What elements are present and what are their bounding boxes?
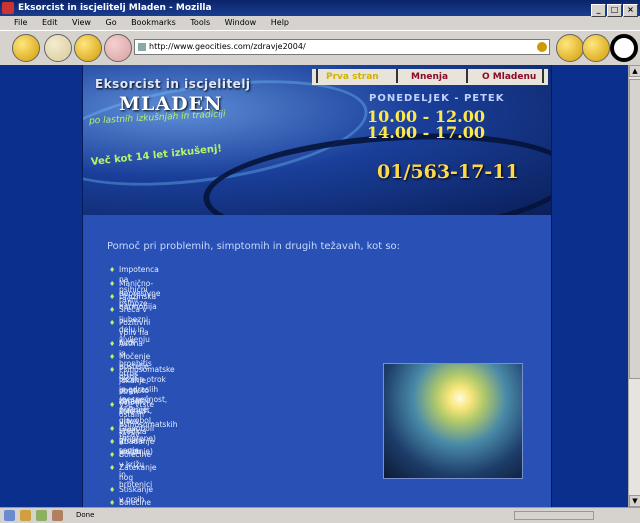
nav-separator — [542, 69, 544, 83]
address-book-icon[interactable] — [52, 510, 63, 521]
forward-button[interactable] — [44, 34, 72, 62]
search-button[interactable] — [556, 34, 584, 62]
bullet-icon: ♦ — [109, 451, 116, 459]
menu-bar: File Edit View Go Bookmarks Tools Window… — [0, 16, 640, 30]
window-title: Eksorcist in iscjelitelj Mladen - Mozill… — [18, 3, 212, 13]
menu-file[interactable]: File — [14, 18, 27, 27]
throbber-icon — [610, 34, 638, 62]
vertical-scrollbar[interactable]: ▲ ▼ — [628, 65, 640, 507]
reload-button[interactable] — [74, 34, 102, 62]
status-bar: Done — [0, 507, 640, 523]
menu-window[interactable]: Window — [225, 18, 257, 27]
content-viewport: Prva stran Mnenja O Mladenu Eksorcist in… — [0, 65, 628, 507]
nav-separator — [396, 69, 398, 83]
scroll-up-arrow-icon[interactable]: ▲ — [629, 65, 640, 77]
navigator-icon[interactable] — [4, 510, 15, 521]
nav-prva-stran[interactable]: Prva stran — [326, 69, 379, 85]
bullet-icon: ♦ — [109, 353, 116, 361]
bullet-icon: ♦ — [109, 464, 116, 472]
bullet-icon: ♦ — [109, 486, 116, 494]
menu-go[interactable]: Go — [106, 18, 117, 27]
url-text: http://www.geocities.com/zdravje2004/ — [149, 42, 306, 51]
bullet-icon: ♦ — [109, 340, 116, 348]
bullet-icon: ♦ — [109, 438, 116, 446]
menu-bookmarks[interactable]: Bookmarks — [131, 18, 176, 27]
mail-icon[interactable] — [20, 510, 31, 521]
page-icon — [138, 43, 146, 51]
progress-bar — [514, 511, 594, 520]
site-nav: Prva stran Mnenja O Mladenu — [312, 69, 548, 85]
nav-separator — [466, 69, 468, 83]
brand-line: Eksorcist in iscjelitelj — [95, 77, 251, 91]
bullet-icon: ♦ — [109, 306, 116, 314]
nav-mnenja[interactable]: Mnenja — [411, 69, 448, 85]
site-header-banner: Prva stran Mnenja O Mladenu Eksorcist in… — [83, 65, 551, 215]
status-text: Done — [76, 511, 95, 519]
nav-separator — [316, 69, 318, 83]
back-button[interactable] — [12, 34, 40, 62]
list-item: ♦ Zatekanje nog — [109, 463, 157, 482]
menu-view[interactable]: View — [72, 18, 91, 27]
site-page: Prva stran Mnenja O Mladenu Eksorcist in… — [82, 65, 552, 507]
bullet-icon: ♦ — [109, 499, 116, 507]
url-dropdown-icon[interactable] — [537, 42, 547, 52]
print-button[interactable] — [582, 34, 610, 62]
stop-button[interactable] — [104, 34, 132, 62]
bullet-icon: ♦ — [109, 401, 116, 409]
menu-help[interactable]: Help — [271, 18, 289, 27]
bullet-icon: ♦ — [109, 319, 116, 327]
bullet-icon: ♦ — [109, 425, 116, 433]
office-days: PONEDELJEK - PETEK — [369, 93, 505, 104]
bullet-icon: ♦ — [109, 366, 116, 374]
scroll-down-arrow-icon[interactable]: ▼ — [629, 495, 640, 507]
nav-o-mladenu[interactable]: O Mladenu — [482, 69, 536, 85]
mozilla-icon — [2, 2, 14, 14]
phone-number: 01/563-17-11 — [377, 161, 519, 183]
list-item: ♦Bolečine v želodcu — [109, 498, 152, 507]
composer-icon[interactable] — [36, 510, 47, 521]
navigation-toolbar: http://www.geocities.com/zdravje2004/ — [0, 30, 640, 66]
menu-edit[interactable]: Edit — [42, 18, 58, 27]
bullet-icon: ♦ — [109, 266, 116, 274]
scroll-thumb[interactable] — [629, 79, 640, 379]
content-heading: Pomoč pri problemih, simptomih in drugih… — [107, 241, 401, 252]
menu-tools[interactable]: Tools — [190, 18, 210, 27]
window-titlebar: Eksorcist in iscjelitelj Mladen - Mozill… — [0, 0, 640, 17]
bullet-icon: ♦ — [109, 280, 116, 288]
bullet-icon: ♦ — [109, 293, 116, 301]
decorative-photo — [383, 363, 523, 479]
office-hours-afternoon: 14.00 - 17.00 — [367, 123, 485, 142]
url-input[interactable]: http://www.geocities.com/zdravje2004/ — [134, 39, 550, 55]
